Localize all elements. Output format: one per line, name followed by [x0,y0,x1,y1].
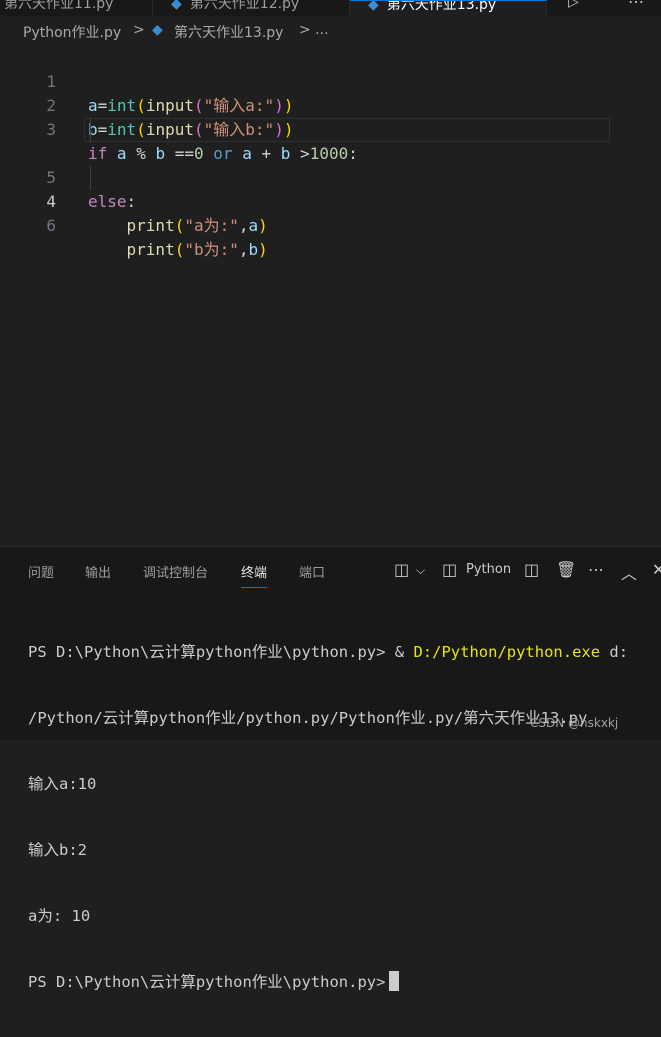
python-file-icon: ◆ [152,22,163,38]
breadcrumb: Python作业.py > ◆ 第六天作业13.py > ... [0,18,661,44]
breadcrumb-more[interactable]: > ... [299,22,329,38]
run-icon[interactable]: ▷ [568,0,579,10]
trash-icon[interactable]: 🗑 [556,560,576,579]
tab-label: 第六天作业13.py [386,0,497,13]
panel-tabs: 问题 输出 调试控制台 终端 端口 ◫ ⌵ ◫ Python ◫ 🗑 ⋯ ︿ ✕ [0,547,661,593]
indent-guide [90,118,91,142]
breadcrumb-folder[interactable]: Python作业.py [23,22,121,42]
split-terminal-icon[interactable]: ◫ [524,560,539,579]
breadcrumb-separator: > [133,22,145,38]
chevron-up-icon[interactable]: ︿ [621,560,637,584]
tab-debug-console[interactable]: 调试控制台 [143,562,208,581]
breadcrumb-file[interactable]: 第六天作业13.py [174,22,283,42]
indent-guide [90,166,91,190]
python-file-icon: ◆ [171,0,182,12]
tab-file-12[interactable]: ◆ 第六天作业12.py [153,0,350,16]
tab-terminal[interactable]: 终端 [241,562,268,588]
code-line: 2 b=int(input("输入b:")) [0,70,661,139]
tab-file-13[interactable]: ◆ 第六天作业13.py [350,0,547,16]
current-line-highlight [84,118,610,142]
chevron-down-icon[interactable]: ⌵ [416,563,425,578]
code-editor[interactable]: 1 a=int(input("输入a:")) 2 b=int(input("输入… [0,44,661,544]
editor-tab-bar: 第六天作业11.py ◆ 第六天作业12.py ◆ 第六天作业13.py ▷ … [0,0,661,16]
tab-file-11[interactable]: 第六天作业11.py [0,0,153,16]
code-line: 3 if a % b ==0 or a + b >1000: [0,94,661,163]
exe-path: D:/Python/python.exe [413,643,601,661]
code-line: 5 else: [0,142,661,211]
watermark: CSDN @hskxkj [530,716,619,730]
tab-label: 第六天作业12.py [189,0,300,12]
tab-ports[interactable]: 端口 [299,562,325,581]
code-text: print("b为:",b) [126,240,268,259]
python-file-icon: ◆ [368,0,379,13]
tab-output[interactable]: 输出 [85,562,111,581]
more-icon[interactable]: ⋯ [588,560,604,579]
code-line-current: 4 print("a为:",a) [0,118,661,235]
tab-problems[interactable]: 问题 [28,562,54,581]
line-number: 6 [46,216,56,235]
terminal-line: a为: 10 [28,907,91,925]
tab-label: 第六天作业11.py [4,0,114,12]
split-layout-icon[interactable]: ◫ [394,560,409,579]
code-line: 6 print("b为:",b) [0,166,661,259]
more-actions-icon[interactable]: … [628,0,644,7]
bottom-panel: 问题 输出 调试控制台 终端 端口 ◫ ⌵ ◫ Python ◫ 🗑 ⋯ ︿ ✕… [0,546,661,991]
terminal-line: 输入a:10 [28,775,97,793]
code-line: 1 a=int(input("输入a:")) [0,46,661,115]
code-text: print("a为:",a) [126,216,268,235]
terminal-line: PS D:\Python\云计算python作业\python.py> & D:… [28,643,629,661]
terminal-prompt-line: PS D:\Python\云计算python作业\python.py> [28,971,658,993]
code-text: else: [88,192,137,211]
shell-label[interactable]: Python [466,562,511,577]
terminal-split-icon: ◫ [442,560,458,579]
close-icon[interactable]: ✕ [652,560,661,579]
terminal-cursor [389,971,400,991]
terminal-line: 输入b:2 [28,841,87,859]
terminal-output[interactable]: PS D:\Python\云计算python作业\python.py> & D:… [28,597,658,1037]
